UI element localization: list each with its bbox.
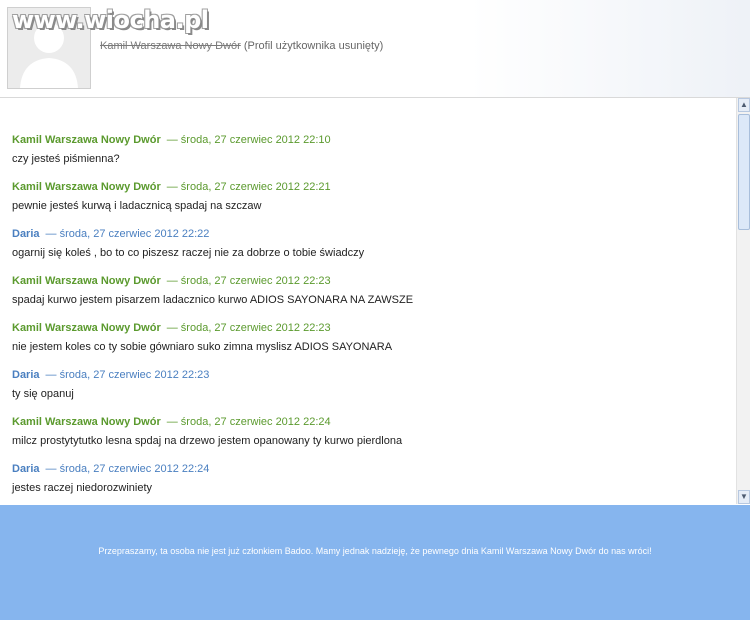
message-text: ogarnij się koleś , bo to co piszesz rac…: [12, 247, 365, 259]
message-date: — środa, 27 czerwiec 2012 22:10: [166, 134, 331, 146]
header-gradient: [470, 0, 750, 97]
profile-title: Kamil Warszawa Nowy Dwór (Profil użytkow…: [100, 40, 383, 52]
message-sender[interactable]: Daria: [12, 228, 40, 240]
message-item: Kamil Warszawa Nowy Dwór — środa, 27 czer…: [12, 274, 413, 307]
message-text: czy jesteś piśmienna?: [12, 153, 120, 165]
message-text: milcz prostytytutko lesna spdaj na drzew…: [12, 435, 403, 447]
message-date: — środa, 27 czerwiec 2012 22:23: [166, 322, 331, 334]
message-text: ty się opanuj: [12, 388, 74, 400]
message-text: spadaj kurwo jestem pisarzem ladacznico …: [12, 294, 414, 306]
message-sender[interactable]: Kamil Warszawa Nowy Dwór: [12, 275, 161, 287]
profile-status: (Profil użytkownika usunięty): [243, 40, 384, 52]
message-date: — środa, 27 czerwiec 2012 22:24: [166, 416, 331, 428]
message-date: — środa, 27 czerwiec 2012 22:23: [166, 275, 331, 287]
message-text: nie jestem koles co ty sobie gówniaro su…: [12, 341, 393, 353]
message-item: Kamil Warszawa Nowy Dwór — środa, 27 czer…: [12, 133, 331, 166]
watermark-logo: www.wiocha.pl: [12, 6, 209, 34]
vertical-scrollbar[interactable]: ▲ ▼: [736, 98, 750, 504]
conversation-panel: Kamil Warszawa Nowy Dwór — środa, 27 czer…: [0, 98, 736, 504]
removed-user-notice: Przepraszamy, ta osoba nie jest już czło…: [0, 505, 750, 620]
notice-text: Przepraszamy, ta osoba nie jest już czło…: [98, 546, 652, 556]
message-sender[interactable]: Kamil Warszawa Nowy Dwór: [12, 416, 161, 428]
message-sender[interactable]: Daria: [12, 463, 40, 475]
message-sender[interactable]: Kamil Warszawa Nowy Dwór: [12, 322, 161, 334]
message-item: Kamil Warszawa Nowy Dwór — środa, 27 czer…: [12, 180, 331, 213]
message-item: Kamil Warszawa Nowy Dwór — środa, 27 czer…: [12, 415, 402, 448]
message-text: jestes raczej niedorozwiniety: [12, 482, 153, 494]
scrollbar-thumb[interactable]: [738, 114, 750, 230]
message-item: Kamil Warszawa Nowy Dwór — środa, 27 czer…: [12, 321, 392, 354]
message-text: pewnie jesteś kurwą i ladacznicą spadaj …: [12, 200, 262, 212]
message-date: — środa, 27 czerwiec 2012 22:23: [45, 369, 210, 381]
message-item: Daria — środa, 27 czerwiec 2012 22:23 ty …: [12, 368, 209, 401]
profile-name[interactable]: Kamil Warszawa Nowy Dwór: [100, 40, 241, 52]
message-item: Daria — środa, 27 czerwiec 2012 22:24 jes…: [12, 462, 209, 495]
message-sender[interactable]: Daria: [12, 369, 40, 381]
message-sender[interactable]: Kamil Warszawa Nowy Dwór: [12, 181, 161, 193]
message-date: — środa, 27 czerwiec 2012 22:24: [45, 463, 210, 475]
scroll-up-icon[interactable]: ▲: [738, 98, 750, 112]
message-item: Daria — środa, 27 czerwiec 2012 22:22 oga…: [12, 227, 364, 260]
message-sender[interactable]: Kamil Warszawa Nowy Dwór: [12, 134, 161, 146]
scroll-down-icon[interactable]: ▼: [738, 490, 750, 504]
message-date: — środa, 27 czerwiec 2012 22:21: [166, 181, 331, 193]
profile-header: www.wiocha.pl Kamil Warszawa Nowy Dwór (…: [0, 0, 750, 98]
message-date: — środa, 27 czerwiec 2012 22:22: [45, 228, 210, 240]
